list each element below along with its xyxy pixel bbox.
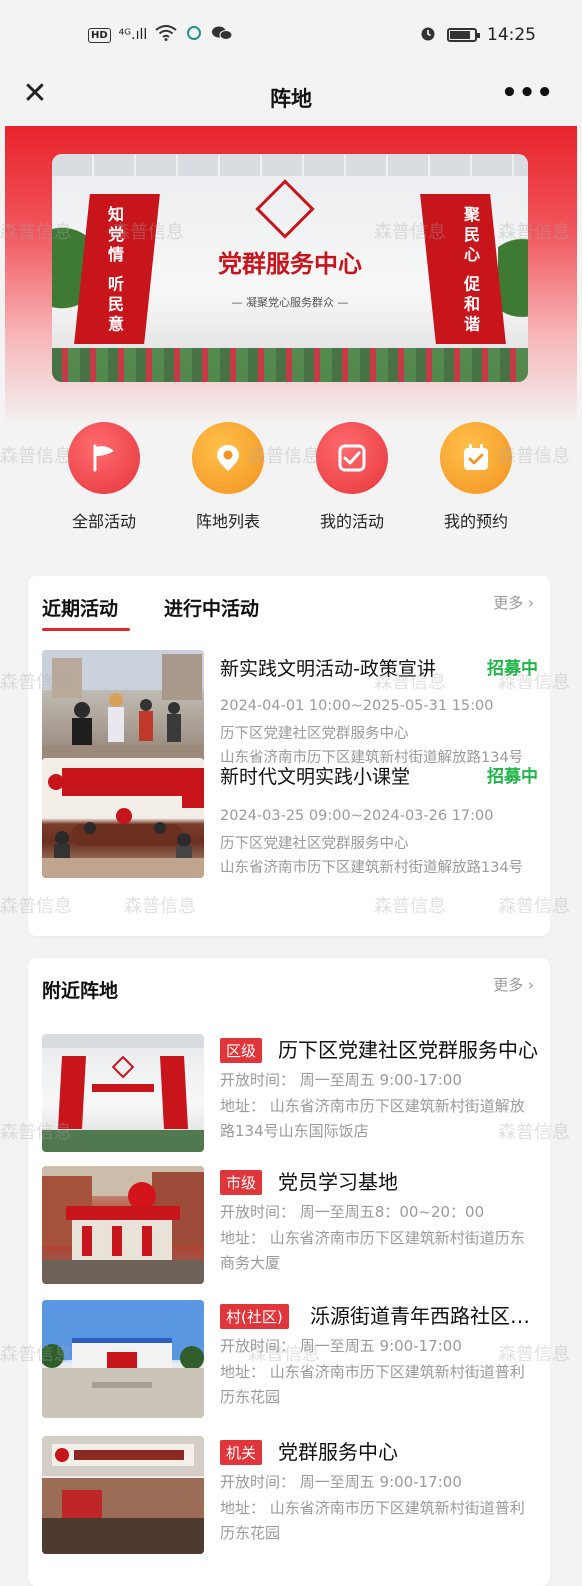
quick-my-appointments[interactable]: 我的预约	[416, 422, 536, 532]
site-item[interactable]: 市级 党员学习基地 开放时间： 周一至周五8：00~20：00 地址： 山东省济…	[42, 1166, 538, 1284]
activity-thumbnail	[42, 758, 204, 878]
site-thumbnail	[42, 1436, 204, 1554]
site-hours: 开放时间： 周一至周五 9:00-17:00	[220, 1473, 462, 1491]
alarm-icon	[419, 24, 437, 47]
activity-org: 历下区党建社区党群服务中心	[220, 836, 409, 852]
nearby-card-header: 附近阵地 更多 ›	[28, 958, 550, 1018]
nearby-sites-card: 附近阵地 更多 › 区级 历下区党建社区党群服务中心 开放时间： 周一至周五 9…	[28, 958, 550, 1586]
activities-card-header: 近期活动 进行中活动 更多 ›	[28, 576, 550, 636]
banner-image[interactable]: 知党情 听民意 聚民心 促和谐 党群服务中心 — 凝聚党心服务群众 —	[52, 154, 528, 382]
site-title: 党员学习基地	[278, 1170, 398, 1194]
site-thumbnail	[42, 1166, 204, 1284]
close-icon[interactable]: ✕	[20, 79, 50, 110]
status-bar: HD ⁴ᴳ.ıll 14:25	[0, 0, 582, 70]
checkbox-icon	[316, 422, 388, 494]
activity-time: 2024-03-25 09:00~2024-03-26 17:00	[220, 808, 494, 824]
quick-label: 全部活动	[71, 512, 136, 531]
wifi-icon	[155, 24, 177, 46]
site-title: 历下区党建社区党群服务中心	[278, 1038, 538, 1062]
site-item[interactable]: 村(社区) 泺源街道青年西路社区党群服务中心 开放时间： 周一至周五 9:00-…	[42, 1300, 538, 1418]
page-title: 阵地	[270, 87, 312, 111]
signal-icon: ⁴ᴳ.ıll	[118, 27, 148, 43]
status-right: 14:25	[419, 24, 536, 47]
activity-item[interactable]: 新实践文明活动-政策宣讲 招募中 2024-04-01 10:00~2025-0…	[42, 650, 538, 770]
activity-title: 新实践文明活动-政策宣讲	[220, 658, 436, 680]
quick-site-list[interactable]: 阵地列表	[168, 422, 288, 532]
activities-more-link[interactable]: 更多 ›	[493, 592, 534, 613]
activity-title: 新时代文明实践小课堂	[220, 766, 411, 788]
banner-ceiling	[52, 154, 528, 176]
site-level-badge: 机关	[220, 1440, 263, 1465]
quick-all-activities[interactable]: 全部活动	[44, 422, 164, 532]
activity-status-badge: 招募中	[487, 767, 538, 787]
site-level-badge: 区级	[220, 1038, 263, 1063]
more-link-label: 更多	[493, 594, 524, 612]
banner-title: 党群服务中心	[218, 250, 362, 278]
quick-entries: 全部活动 阵地列表 我的活动 我的预约	[0, 422, 582, 542]
site-thumbnail	[42, 1300, 204, 1418]
chevron-right-icon: ›	[523, 594, 534, 612]
activity-item[interactable]: 新时代文明实践小课堂 招募中 2024-03-25 09:00~2024-03-…	[42, 758, 538, 878]
wechat-icon	[211, 25, 233, 46]
site-item[interactable]: 区级 历下区党建社区党群服务中心 开放时间： 周一至周五 9:00-17:00 …	[42, 1034, 538, 1152]
site-hours: 开放时间： 周一至周五 9:00-17:00	[220, 1337, 462, 1355]
site-address: 地址： 山东省济南市历下区建筑新村街道历东商务大厦	[220, 1229, 525, 1272]
activities-card: 近期活动 进行中活动 更多 › 新实践文明活动-政策宣讲 招募中 2024-04…	[28, 576, 550, 936]
site-thumbnail	[42, 1034, 204, 1152]
site-level-badge: 村(社区)	[220, 1304, 289, 1329]
tab-recent-activities[interactable]: 近期活动	[42, 594, 118, 621]
activity-time: 2024-04-01 10:00~2025-05-31 15:00	[220, 698, 494, 714]
battery-icon	[447, 28, 480, 42]
clock-time: 14:25	[487, 25, 536, 45]
site-address: 地址： 山东省济南市历下区建筑新村街道普利历东花园	[220, 1499, 525, 1542]
site-title: 泺源街道青年西路社区党群服务中心	[310, 1304, 538, 1328]
site-level-badge: 市级	[220, 1170, 263, 1195]
party-logo-icon	[255, 179, 315, 239]
site-hours: 开放时间： 周一至周五8：00~20：00	[220, 1203, 485, 1221]
activity-status-badge: 招募中	[487, 659, 538, 679]
calendar-check-icon	[440, 422, 512, 494]
site-address: 地址： 山东省济南市历下区建筑新村街道普利历东花园	[220, 1363, 525, 1406]
quick-my-activities[interactable]: 我的活动	[292, 422, 412, 532]
tab-ongoing-activities[interactable]: 进行中活动	[164, 594, 259, 621]
nearby-title: 附近阵地	[42, 980, 119, 1002]
site-item[interactable]: 机关 党群服务中心 开放时间： 周一至周五 9:00-17:00 地址： 山东省…	[42, 1436, 538, 1554]
hd-badge: HD	[88, 27, 111, 43]
nearby-more-link[interactable]: 更多 ›	[493, 974, 534, 995]
more-link-label: 更多	[493, 976, 524, 994]
quick-label: 我的预约	[443, 512, 508, 531]
more-dots-icon[interactable]: •••	[501, 78, 554, 108]
cloud-icon	[185, 25, 203, 46]
active-tab-indicator	[42, 628, 130, 631]
site-address: 地址： 山东省济南市历下区建筑新村街道解放路134号山东国际饭店	[220, 1097, 525, 1140]
banner-flowers	[52, 348, 528, 382]
chevron-right-icon: ›	[523, 976, 534, 994]
site-title: 党群服务中心	[278, 1440, 398, 1464]
map-pin-icon	[192, 422, 264, 494]
status-left: HD ⁴ᴳ.ıll	[88, 24, 233, 46]
quick-label: 我的活动	[319, 512, 384, 531]
nav-bar: ✕ 阵地 •••	[0, 70, 582, 126]
activity-thumbnail	[42, 650, 204, 770]
banner-subtitle: — 凝聚党心服务群众 —	[231, 296, 349, 309]
quick-label: 阵地列表	[195, 512, 260, 531]
activity-org: 历下区党建社区党群服务中心	[220, 726, 409, 742]
site-hours: 开放时间： 周一至周五 9:00-17:00	[220, 1071, 462, 1089]
activity-address: 山东省济南市历下区建筑新村街道解放路134号	[220, 860, 524, 876]
flag-icon	[68, 422, 140, 494]
